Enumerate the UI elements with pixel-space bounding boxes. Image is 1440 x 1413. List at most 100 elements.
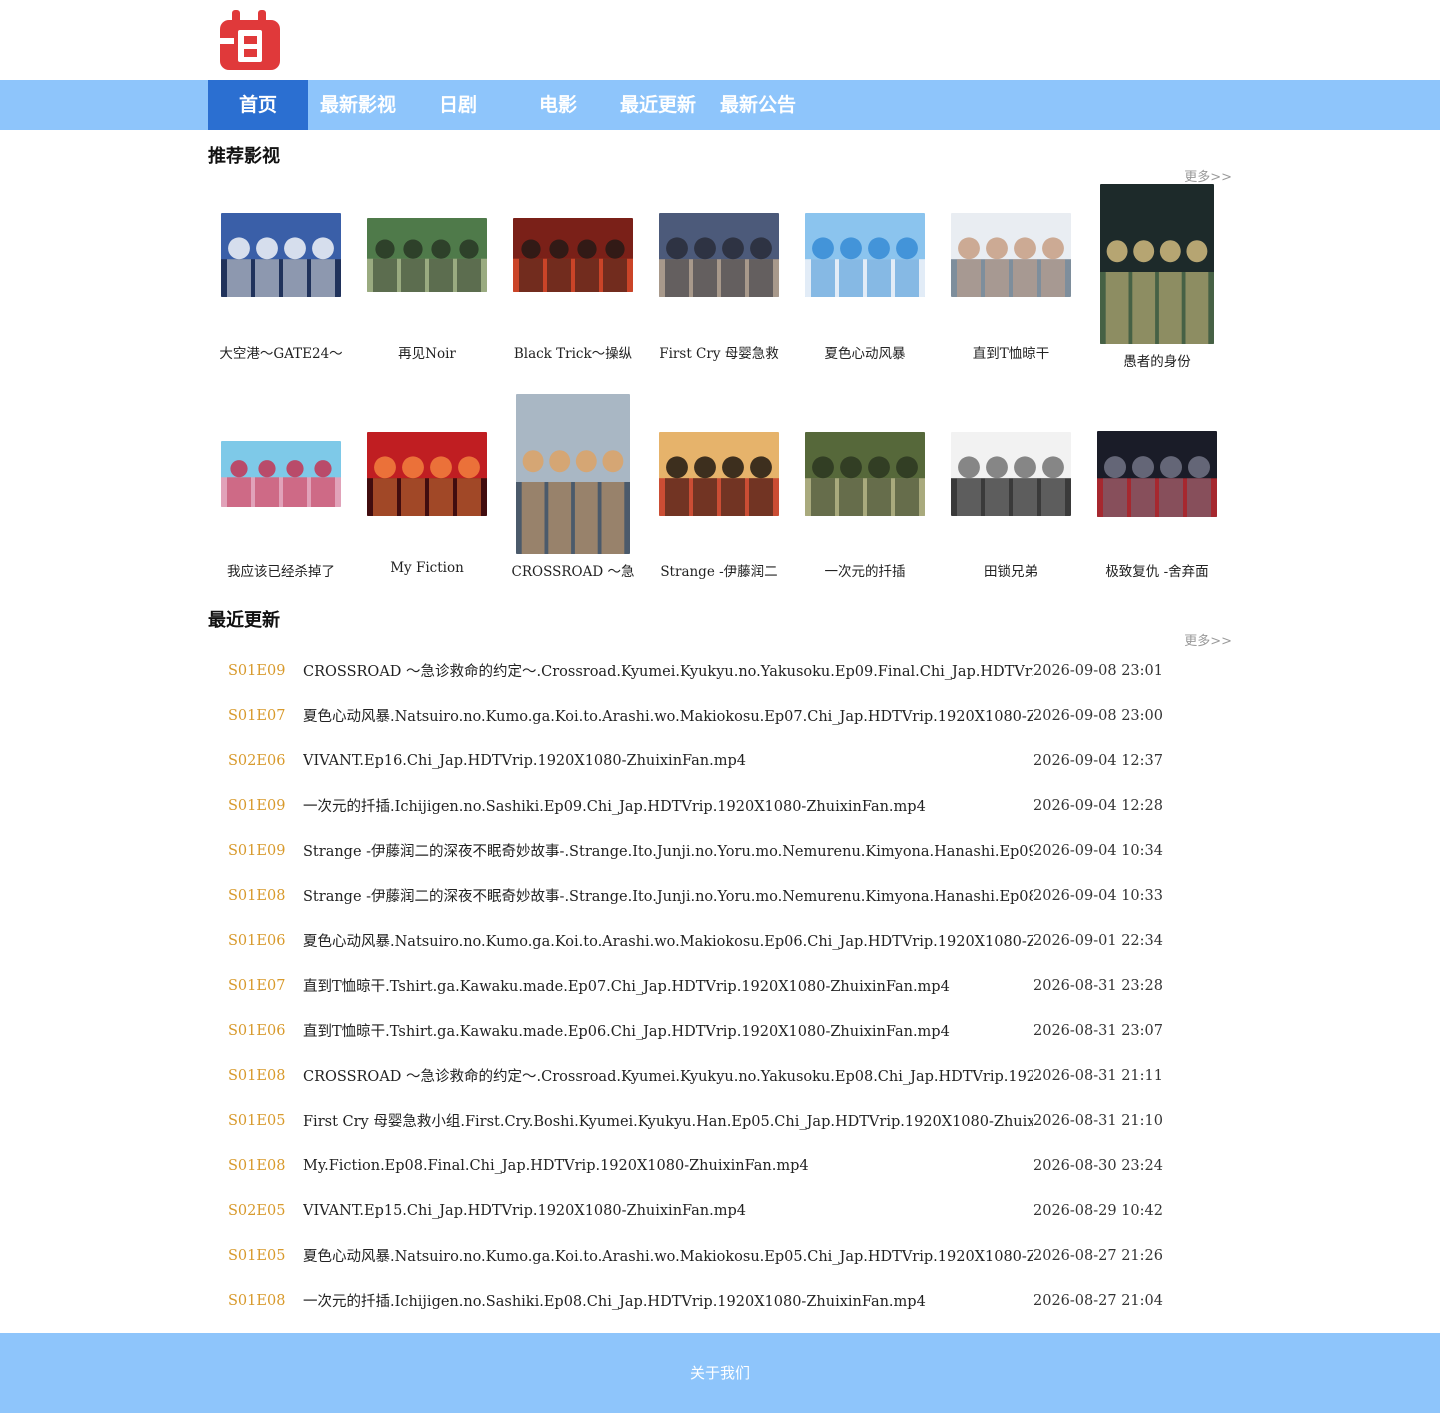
update-date: 2026-08-31 21:11 xyxy=(1033,1067,1163,1084)
update-row[interactable]: S01E07 夏色心动风暴.Natsuiro.no.Kumo.ga.Koi.to.… xyxy=(208,693,1232,738)
update-row[interactable]: S01E05 夏色心动风暴.Natsuiro.no.Kumo.ga.Koi.to.… xyxy=(208,1233,1232,1278)
recommended-row-2: 我应该已经杀掉了 My Fiction CROSSROAD ～急 Strange -伊… xyxy=(208,390,1232,590)
show-title[interactable]: 再见Noir xyxy=(354,342,500,362)
episode-code: S01E09 xyxy=(228,842,286,859)
show-poster-image[interactable] xyxy=(513,218,633,292)
nav-item[interactable]: 最新公告 xyxy=(708,80,808,130)
show-card[interactable]: 夏色心动风暴 xyxy=(792,180,938,380)
update-row[interactable]: S01E08 My.Fiction.Ep08.Final.Chi_Jap.HDTV… xyxy=(208,1143,1232,1188)
update-row[interactable]: S01E09 一次元的扦插.Ichijigen.no.Sashiki.Ep09.C… xyxy=(208,783,1232,828)
file-name-link[interactable]: 夏色心动风暴.Natsuiro.no.Kumo.ga.Koi.to.Arashi… xyxy=(303,930,1033,951)
show-title[interactable]: Strange -伊藤润二 xyxy=(646,560,792,580)
show-card[interactable]: 我应该已经杀掉了 xyxy=(208,390,354,590)
show-title[interactable]: 夏色心动风暴 xyxy=(792,342,938,362)
show-poster-image[interactable] xyxy=(221,441,341,507)
update-date: 2026-08-27 21:26 xyxy=(1033,1247,1163,1264)
show-title[interactable]: 直到T恤晾干 xyxy=(938,342,1084,362)
show-poster-image[interactable] xyxy=(659,213,779,297)
file-name-link[interactable]: 一次元的扦插.Ichijigen.no.Sashiki.Ep09.Chi_Jap… xyxy=(303,795,1033,816)
update-date: 2026-08-29 10:42 xyxy=(1033,1202,1163,1219)
show-title[interactable]: Black Trick～操纵 xyxy=(500,342,646,362)
update-date: 2026-09-04 12:37 xyxy=(1033,752,1163,769)
update-row[interactable]: S01E09 Strange -伊藤润二的深夜不眠奇妙故事-.Strange.It… xyxy=(208,828,1232,873)
show-card[interactable]: 再见Noir xyxy=(354,180,500,380)
show-poster-image[interactable] xyxy=(805,432,925,516)
show-title[interactable]: 田锁兄弟 xyxy=(938,560,1084,580)
recommended-row-1: 大空港～GATE24～ 再见Noir Black Trick～操纵 First Cry… xyxy=(208,180,1232,380)
update-row[interactable]: S01E06 夏色心动风暴.Natsuiro.no.Kumo.ga.Koi.to.… xyxy=(208,918,1232,963)
show-poster-image[interactable] xyxy=(367,432,487,516)
file-name-link[interactable]: Strange -伊藤润二的深夜不眠奇妙故事-.Strange.Ito.Junj… xyxy=(303,885,1033,906)
show-poster-image[interactable] xyxy=(951,213,1071,297)
file-name-link[interactable]: 夏色心动风暴.Natsuiro.no.Kumo.ga.Koi.to.Arashi… xyxy=(303,705,1033,726)
nav-item[interactable]: 首页 xyxy=(208,80,308,130)
show-title[interactable]: 我应该已经杀掉了 xyxy=(208,560,354,580)
file-name-link[interactable]: 一次元的扦插.Ichijigen.no.Sashiki.Ep08.Chi_Jap… xyxy=(303,1290,1033,1311)
show-card[interactable]: Black Trick～操纵 xyxy=(500,180,646,380)
show-card[interactable]: 大空港～GATE24～ xyxy=(208,180,354,380)
file-name-link[interactable]: 直到T恤晾干.Tshirt.ga.Kawaku.made.Ep07.Chi_Ja… xyxy=(303,975,1033,996)
show-poster-image[interactable] xyxy=(367,218,487,292)
show-card[interactable]: First Cry 母婴急救 xyxy=(646,180,792,380)
show-title[interactable]: 一次元的扦插 xyxy=(792,560,938,580)
update-row[interactable]: S01E08 一次元的扦插.Ichijigen.no.Sashiki.Ep08.C… xyxy=(208,1278,1232,1323)
update-row[interactable]: S01E05 First Cry 母婴急救小组.First.Cry.Boshi.K… xyxy=(208,1098,1232,1143)
file-name-link[interactable]: Strange -伊藤润二的深夜不眠奇妙故事-.Strange.Ito.Junj… xyxy=(303,840,1033,861)
show-title[interactable]: 大空港～GATE24～ xyxy=(208,342,354,362)
update-date: 2026-09-01 22:34 xyxy=(1033,932,1163,949)
updates-list: S01E09 CROSSROAD ～急诊救命的约定～.Crossroad.Kyum… xyxy=(208,648,1232,1323)
nav-item[interactable]: 最近更新 xyxy=(608,80,708,130)
show-card[interactable]: 一次元的扦插 xyxy=(792,390,938,590)
show-poster-image[interactable] xyxy=(1100,184,1214,344)
nav-item[interactable]: 最新影视 xyxy=(308,80,408,130)
update-date: 2026-09-04 10:33 xyxy=(1033,887,1163,904)
show-card[interactable]: 极致复仇 -舍弃面 xyxy=(1084,390,1230,590)
file-name-link[interactable]: CROSSROAD ～急诊救命的约定～.Crossroad.Kyumei.Kyu… xyxy=(303,660,1033,681)
site-footer: 关于我们 xyxy=(0,1333,1440,1413)
update-row[interactable]: S02E05 VIVANT.Ep15.Chi_Jap.HDTVrip.1920X1… xyxy=(208,1188,1232,1233)
file-name-link[interactable]: CROSSROAD ～急诊救命的约定～.Crossroad.Kyumei.Kyu… xyxy=(303,1065,1033,1086)
update-date: 2026-08-31 23:28 xyxy=(1033,977,1163,994)
updates-more-link[interactable]: 更多>> xyxy=(1184,630,1232,649)
updates-title: 最近更新 xyxy=(208,610,280,631)
update-row[interactable]: S01E08 CROSSROAD ～急诊救命的约定～.Crossroad.Kyum… xyxy=(208,1053,1232,1098)
episode-code: S01E05 xyxy=(228,1247,286,1264)
file-name-link[interactable]: First Cry 母婴急救小组.First.Cry.Boshi.Kyumei.… xyxy=(303,1110,1033,1131)
site-logo-icon[interactable] xyxy=(218,10,282,72)
show-poster-image[interactable] xyxy=(951,432,1071,516)
update-row[interactable]: S02E06 VIVANT.Ep16.Chi_Jap.HDTVrip.1920X1… xyxy=(208,738,1232,783)
show-title[interactable]: CROSSROAD ～急 xyxy=(500,560,646,580)
show-poster-image[interactable] xyxy=(516,394,630,554)
update-row[interactable]: S01E09 CROSSROAD ～急诊救命的约定～.Crossroad.Kyum… xyxy=(208,648,1232,693)
file-name-link[interactable]: 直到T恤晾干.Tshirt.ga.Kawaku.made.Ep06.Chi_Ja… xyxy=(303,1020,1033,1041)
show-card[interactable]: Strange -伊藤润二 xyxy=(646,390,792,590)
update-row[interactable]: S01E07 直到T恤晾干.Tshirt.ga.Kawaku.made.Ep07.… xyxy=(208,963,1232,1008)
file-name-link[interactable]: VIVANT.Ep16.Chi_Jap.HDTVrip.1920X1080-Zh… xyxy=(303,753,1033,769)
show-poster-image[interactable] xyxy=(1097,431,1217,517)
update-date: 2026-09-08 23:00 xyxy=(1033,707,1163,724)
show-title[interactable]: First Cry 母婴急救 xyxy=(646,342,792,362)
show-card[interactable]: My Fiction xyxy=(354,390,500,590)
file-name-link[interactable]: My.Fiction.Ep08.Final.Chi_Jap.HDTVrip.19… xyxy=(303,1158,1033,1174)
update-row[interactable]: S01E08 Strange -伊藤润二的深夜不眠奇妙故事-.Strange.It… xyxy=(208,873,1232,918)
nav-item[interactable]: 日剧 xyxy=(408,80,508,130)
show-title[interactable]: 愚者的身份 xyxy=(1084,350,1230,370)
episode-code: S01E08 xyxy=(228,1292,286,1309)
episode-code: S01E08 xyxy=(228,887,286,904)
file-name-link[interactable]: VIVANT.Ep15.Chi_Jap.HDTVrip.1920X1080-Zh… xyxy=(303,1203,1033,1219)
show-title[interactable]: 极致复仇 -舍弃面 xyxy=(1084,560,1230,580)
nav-item[interactable]: 电影 xyxy=(508,80,608,130)
show-card[interactable]: 田锁兄弟 xyxy=(938,390,1084,590)
show-poster-image[interactable] xyxy=(221,213,341,297)
show-card[interactable]: CROSSROAD ～急 xyxy=(500,390,646,590)
file-name-link[interactable]: 夏色心动风暴.Natsuiro.no.Kumo.ga.Koi.to.Arashi… xyxy=(303,1245,1033,1266)
show-title[interactable]: My Fiction xyxy=(354,560,500,576)
show-card[interactable]: 愚者的身份 xyxy=(1084,180,1230,380)
episode-code: S02E06 xyxy=(228,752,286,769)
update-row[interactable]: S01E06 直到T恤晾干.Tshirt.ga.Kawaku.made.Ep06.… xyxy=(208,1008,1232,1053)
update-date: 2026-08-30 23:24 xyxy=(1033,1157,1163,1174)
show-poster-image[interactable] xyxy=(805,213,925,297)
show-card[interactable]: 直到T恤晾干 xyxy=(938,180,1084,380)
show-poster-image[interactable] xyxy=(659,432,779,516)
about-us-link[interactable]: 关于我们 xyxy=(0,1362,1440,1383)
